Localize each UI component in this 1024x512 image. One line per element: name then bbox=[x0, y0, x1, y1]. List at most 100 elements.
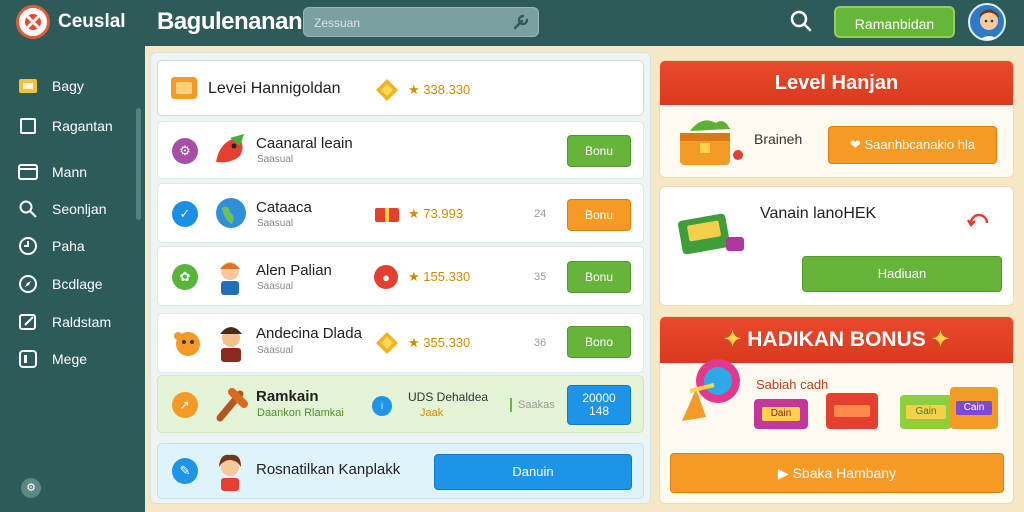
bonu-button[interactable]: Bonu bbox=[567, 261, 631, 293]
card-icon bbox=[18, 76, 38, 96]
bono-button[interactable]: Bono bbox=[567, 326, 631, 358]
list-item[interactable]: ➚ Ramkain Daankon Rlamkai i UDS Dehaldea… bbox=[157, 375, 644, 433]
refresh-icon[interactable] bbox=[966, 207, 992, 233]
sidebar-item-paha[interactable]: Paha bbox=[18, 234, 85, 258]
gem-icon bbox=[376, 332, 398, 354]
list-header-score: ★ 338.330 bbox=[408, 82, 470, 98]
gem-icon bbox=[376, 79, 398, 101]
sidebar-item-bagy[interactable]: Bagy bbox=[18, 74, 84, 98]
compass-icon bbox=[18, 274, 38, 294]
logo-icon bbox=[25, 14, 41, 30]
sidebar-item-bcdlage[interactable]: Bcdlage bbox=[18, 272, 103, 296]
list-item[interactable]: Andecina Dlada Saasual ★ 355.330 36 Bono bbox=[157, 313, 644, 373]
sidebar-item-label: Mann bbox=[52, 164, 88, 180]
badge-icon bbox=[171, 77, 197, 99]
window-icon bbox=[18, 162, 38, 182]
level-card-button[interactable]: ❤ Saanhbcanakio hla bbox=[828, 126, 997, 164]
star-icon: ★ bbox=[408, 269, 420, 284]
gift-ribbon bbox=[834, 405, 870, 417]
clock-icon bbox=[18, 236, 38, 256]
gift-box: Dain bbox=[754, 399, 808, 429]
play-icon: ▶ bbox=[777, 465, 789, 481]
bonus-card-button-label: Sbaka Hambany bbox=[792, 465, 897, 481]
star-icon: ★ bbox=[408, 206, 420, 221]
user-avatar-icon bbox=[979, 9, 999, 39]
hammer-icon bbox=[216, 388, 248, 422]
search-input[interactable] bbox=[314, 14, 504, 32]
sparkle-icon: ✦ bbox=[723, 328, 742, 351]
sidebar-item-seonljan[interactable]: Seonljan bbox=[18, 197, 107, 221]
danuin-button[interactable]: Danuin bbox=[434, 454, 632, 490]
gear-icon: ⚙ bbox=[172, 138, 198, 164]
sidebar-item-label: Bagy bbox=[52, 78, 84, 94]
list-item-subtitle: Saasual bbox=[257, 218, 294, 229]
level-card-title: Level Hanjan bbox=[660, 61, 1013, 105]
list-header-row: Levei Hannigoldan ★ 338.330 bbox=[157, 60, 644, 116]
list-item-mid-subtitle: Jaak bbox=[420, 407, 444, 419]
bonu-button[interactable]: Bonu bbox=[567, 135, 631, 167]
list-item-title: Caanaral leain bbox=[256, 135, 353, 152]
level-list-panel: Levei Hannigoldan ★ 338.330 ⚙ Caanaral l… bbox=[150, 52, 651, 504]
sidebar-item-mege[interactable]: Mege bbox=[18, 347, 87, 371]
gift-box bbox=[826, 393, 878, 429]
sidebar-item-mann[interactable]: Mann bbox=[18, 160, 87, 184]
level-card-button-label: Saanhbcanakio hla bbox=[864, 137, 976, 152]
list-item[interactable]: ✿ Alen Palian Saasual ● ★ 155.330 35 Bon… bbox=[157, 246, 644, 306]
arrow-icon: ➚ bbox=[172, 392, 198, 418]
level-card: Level Hanjan Braineh ❤ Saanhbcanakio hla bbox=[659, 60, 1014, 178]
top-bar: Ceuslal Bagulenanan ibm Ramanbidan bbox=[0, 0, 1024, 46]
list-item-count: 36 bbox=[534, 337, 547, 349]
vanain-card-button[interactable]: Hadiuan bbox=[802, 256, 1002, 292]
sidebar-item-raldstam[interactable]: Raldstam bbox=[18, 310, 111, 334]
list-item-count: 35 bbox=[534, 271, 547, 283]
sparkle-icon: ✦ bbox=[931, 328, 950, 351]
square-icon bbox=[18, 116, 38, 136]
search-icon[interactable] bbox=[789, 9, 813, 33]
sidebar: Bagy Ragantan Mann Seonljan Paha Bcdlage… bbox=[0, 46, 145, 512]
list-item[interactable]: ✎ Rosnatilkan Kanplakk Danuin bbox=[157, 443, 644, 499]
list-item[interactable]: ⚙ Caanaral leain Saasual Bonu bbox=[157, 121, 644, 179]
list-item-score-value: 355.330 bbox=[423, 335, 471, 350]
gift-label: Gain bbox=[906, 405, 946, 419]
amount-button[interactable]: 20000 148 bbox=[567, 385, 631, 425]
list-header-score-value: 338.330 bbox=[423, 82, 471, 97]
logo-text: Ceuslal bbox=[58, 11, 126, 32]
gift-box: Gain bbox=[900, 395, 952, 429]
treasure-chest-icon bbox=[680, 120, 743, 165]
info-icon: i bbox=[372, 396, 392, 416]
sidebar-item-label: Seonljan bbox=[52, 201, 107, 217]
sidebar-item-label: Raldstam bbox=[52, 314, 112, 330]
edit-icon bbox=[18, 312, 38, 332]
wrench-icon[interactable] bbox=[512, 13, 530, 31]
top-cta-button[interactable]: Ramanbidan bbox=[834, 6, 955, 38]
bonus-card-button[interactable]: ▶ Sbaka Hambany bbox=[670, 453, 1004, 493]
list-item-score: ★ 155.330 bbox=[408, 269, 470, 285]
level-card-label: Braineh bbox=[754, 131, 803, 147]
list-item-subtitle: Saasual bbox=[257, 154, 294, 165]
bonus-card: ✦ HADIKAN BONUS ✦ Sabiah cadh Dain Gain … bbox=[659, 316, 1014, 504]
list-item-subtitle: Saasual bbox=[257, 345, 294, 356]
avatar[interactable] bbox=[968, 3, 1006, 41]
list-item-title: Ramkain bbox=[256, 388, 319, 405]
list-item[interactable]: ✓ Cataaca Saasual ★ 73.993 24 Bonu bbox=[157, 183, 644, 243]
star-icon: ★ bbox=[408, 335, 420, 350]
target-icon: ● bbox=[374, 265, 398, 289]
list-item-subtitle: Saasual bbox=[257, 281, 294, 292]
app-logo[interactable] bbox=[16, 5, 50, 39]
list-item-score-value: 73.993 bbox=[423, 206, 464, 221]
lunchbox-icon bbox=[678, 213, 744, 255]
list-item-score: ★ 73.993 bbox=[408, 206, 463, 222]
bonu-button[interactable]: Bonu bbox=[567, 199, 631, 231]
bonus-card-label: Sabiah cadh bbox=[756, 377, 829, 392]
star-icon: ★ bbox=[408, 82, 420, 97]
message-icon bbox=[18, 349, 38, 369]
monkey-icon bbox=[174, 332, 200, 356]
settings-icon[interactable]: ⚙ bbox=[21, 478, 41, 498]
sidebar-scrollbar[interactable] bbox=[136, 108, 141, 220]
list-item-title: Alen Palian bbox=[256, 262, 332, 279]
search-box[interactable] bbox=[303, 7, 539, 37]
gift-label: Cain bbox=[956, 401, 992, 415]
list-item-title: Andecina Dlada bbox=[256, 325, 362, 342]
search-icon bbox=[18, 199, 38, 219]
sidebar-item-ragantan[interactable]: Ragantan bbox=[18, 114, 113, 138]
